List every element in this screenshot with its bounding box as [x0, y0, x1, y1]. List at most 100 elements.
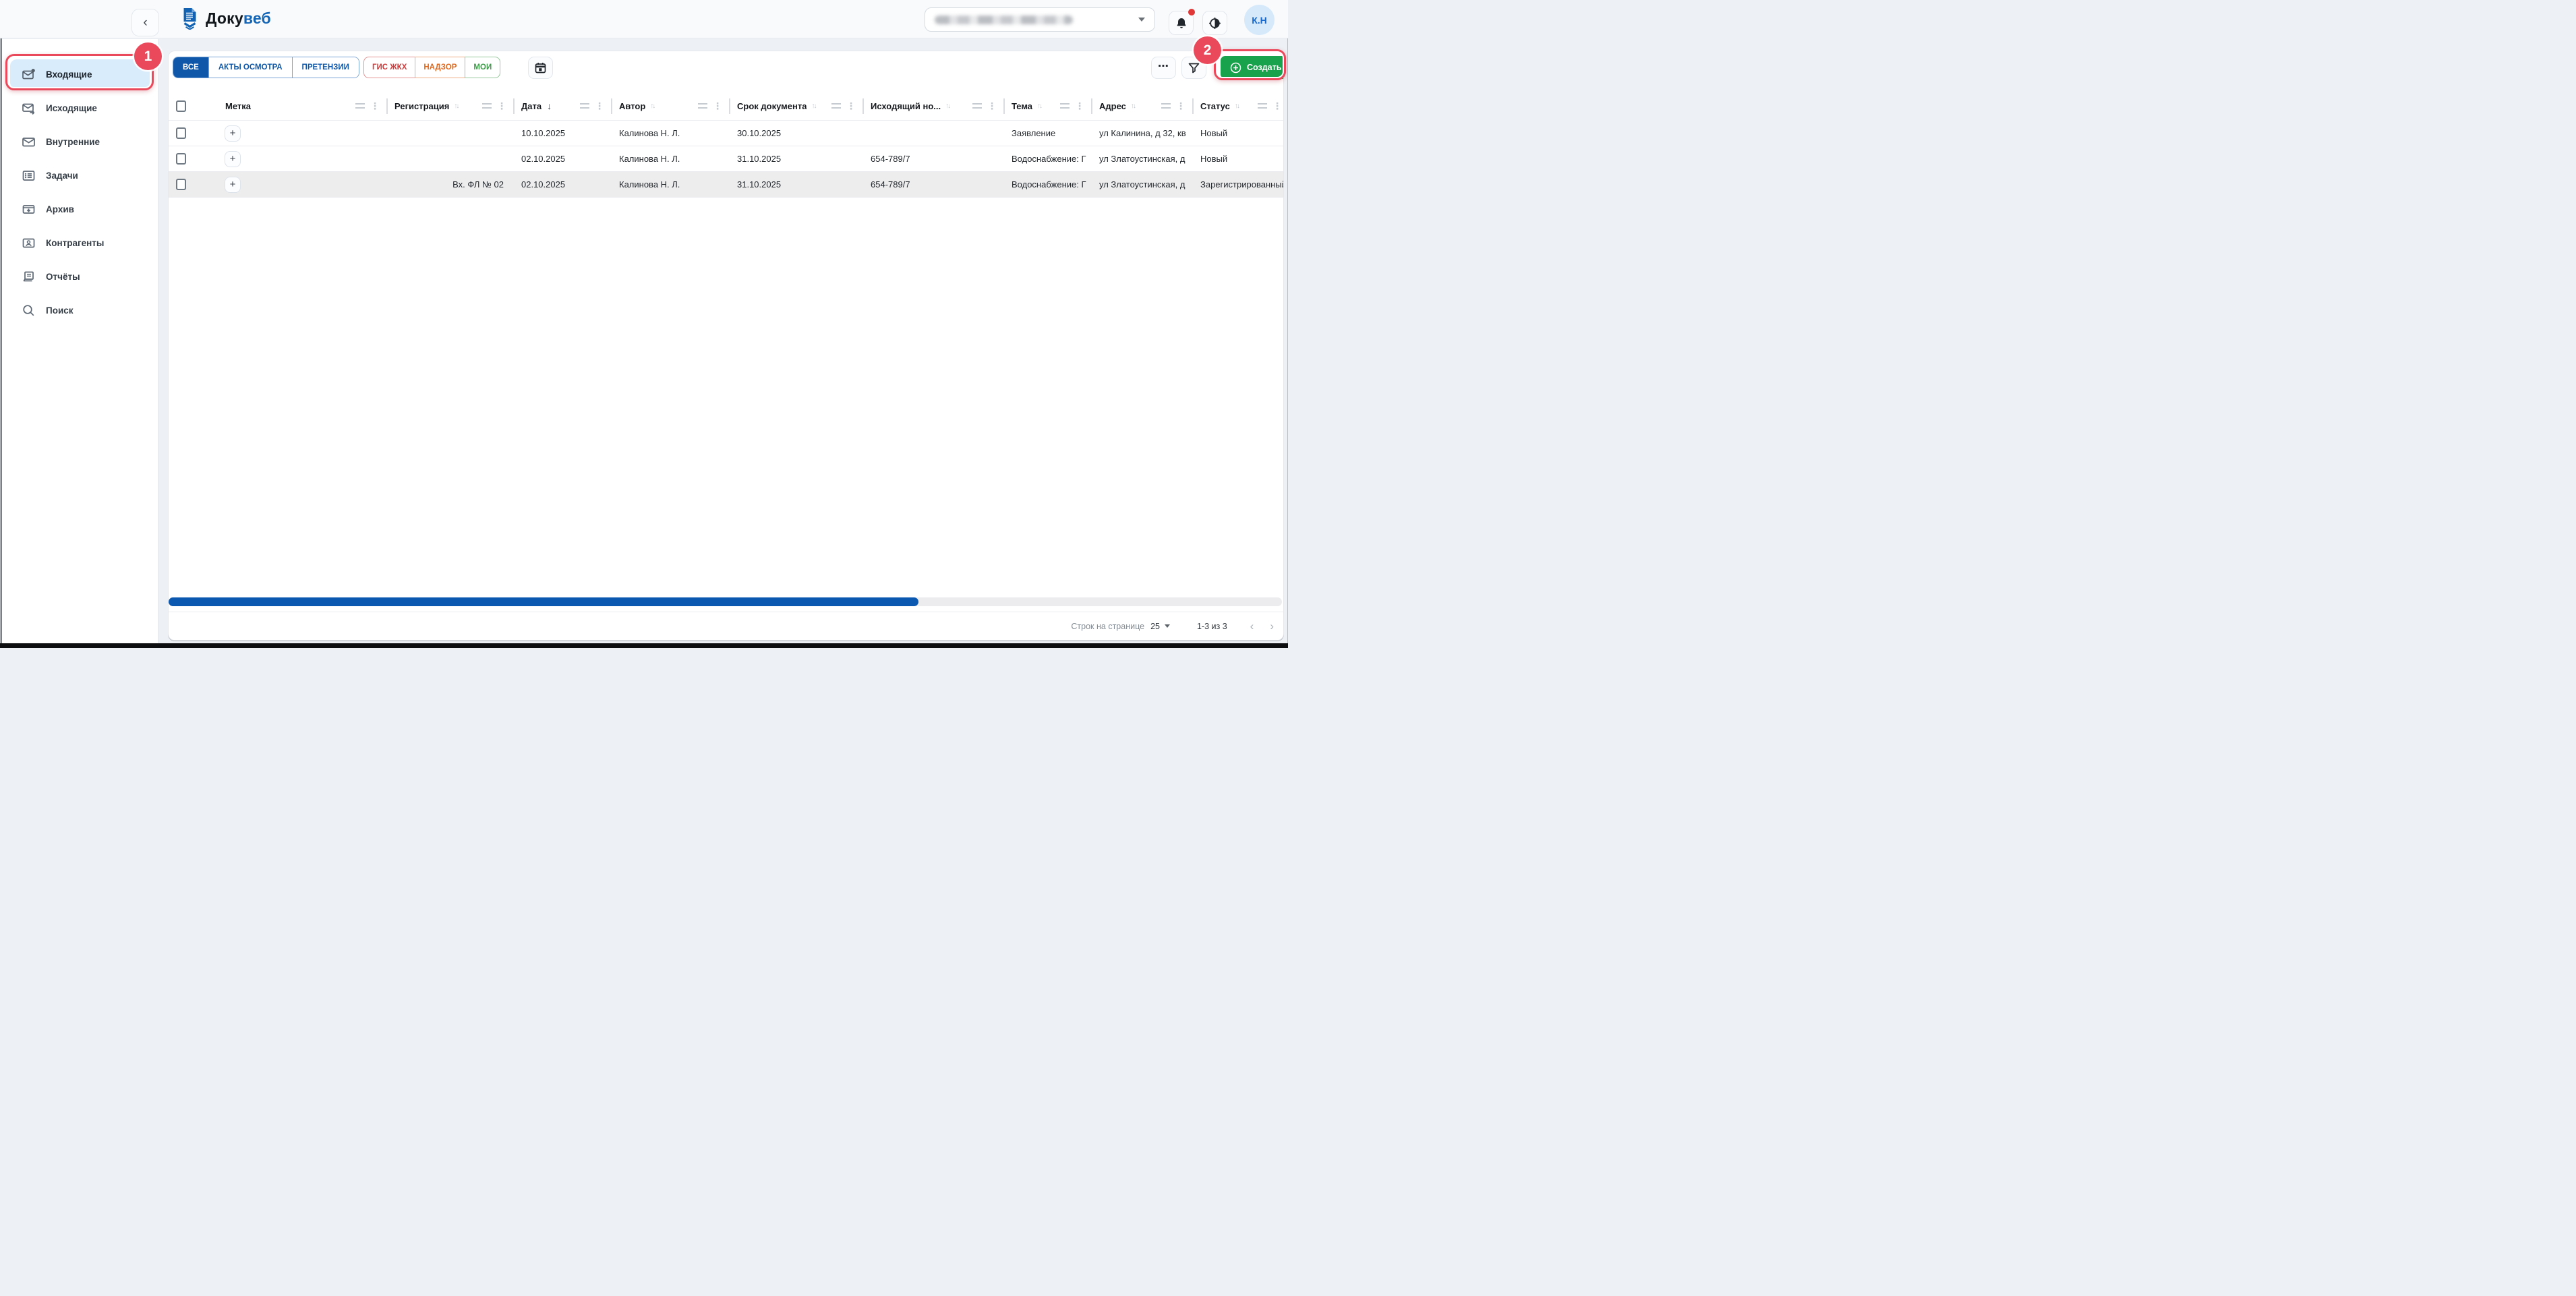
- row-checkbox[interactable]: [176, 179, 186, 190]
- column-resize-handle[interactable]: [482, 103, 492, 109]
- column-resize-handle[interactable]: [1161, 103, 1171, 109]
- cell-author: Калинова Н. Л.: [611, 121, 729, 146]
- cell-label: +: [206, 172, 386, 197]
- add-label-button[interactable]: +: [225, 125, 241, 142]
- cell-text: Водоснабжение: Г: [1012, 154, 1086, 164]
- create-button[interactable]: Создать: [1221, 56, 1284, 79]
- cell-text: Заявление: [1012, 128, 1055, 138]
- cell-outgoing_no: [862, 121, 1003, 146]
- column-menu-icon[interactable]: ⋮: [987, 100, 997, 112]
- sort-desc-icon[interactable]: ↓: [547, 100, 552, 111]
- column-header-date[interactable]: Дата↓⋮: [513, 92, 611, 120]
- column-header-subject[interactable]: Тема↑↓⋮: [1003, 92, 1091, 120]
- column-menu-icon[interactable]: ⋮: [497, 100, 506, 112]
- plus-icon: +: [230, 127, 236, 139]
- sidebar-item-outbox[interactable]: Исходящие: [10, 93, 150, 123]
- column-header-address[interactable]: Адрес↑↓⋮: [1091, 92, 1192, 120]
- scrollbar-thumb[interactable]: [169, 597, 918, 606]
- cell-status: Новый: [1192, 146, 1284, 171]
- column-resize-handle[interactable]: [1060, 103, 1070, 109]
- sidebar-item-contractors[interactable]: Контрагенты: [10, 228, 150, 258]
- sidebar-item-label: Задачи: [46, 171, 78, 181]
- column-menu-icon[interactable]: ⋮: [1272, 100, 1282, 112]
- column-resize-handle[interactable]: [972, 103, 982, 109]
- app-logo: Докувеб: [181, 7, 271, 30]
- plus-icon: +: [230, 153, 236, 165]
- sidebar-item-internal[interactable]: Внутренние: [10, 127, 150, 156]
- column-resize-handle[interactable]: [1258, 103, 1267, 109]
- column-label: Статус: [1200, 101, 1230, 111]
- sort-arrows-icon[interactable]: ↑↓: [650, 102, 654, 110]
- cell-text: 654-789/7: [871, 179, 910, 189]
- column-menu-icon[interactable]: ⋮: [1075, 100, 1084, 112]
- cell-address: ул Златоустинская, д: [1091, 172, 1192, 197]
- column-menu-icon[interactable]: ⋮: [846, 100, 856, 112]
- sort-arrows-icon[interactable]: ↑↓: [945, 102, 949, 110]
- table-row[interactable]: +Вх. ФЛ № 0202.10.2025Калинова Н. Л.31.1…: [169, 172, 1284, 198]
- row-checkbox[interactable]: [176, 127, 186, 139]
- cell-text: 02.10.2025: [521, 154, 565, 164]
- tab-nadzor[interactable]: НАДЗОР: [415, 57, 465, 78]
- column-header-status[interactable]: Статус ↑↓ ⋮: [1192, 92, 1284, 120]
- more-actions-button[interactable]: ⋯: [1151, 57, 1176, 79]
- user-organization-select[interactable]: [925, 7, 1155, 32]
- rows-per-page-select[interactable]: 25: [1150, 622, 1170, 631]
- sidebar-collapse-button[interactable]: ‹: [131, 9, 159, 36]
- column-header-outgoing_no[interactable]: Исходящий но...↑↓⋮: [862, 92, 1003, 120]
- create-button-label: Создать: [1247, 63, 1281, 72]
- sidebar-item-label: Исходящие: [46, 103, 97, 113]
- cell-label: +: [206, 121, 386, 146]
- tab-inspection-acts[interactable]: АКТЫ ОСМОТРА: [208, 57, 292, 78]
- column-menu-icon[interactable]: ⋮: [1176, 100, 1185, 112]
- sort-arrows-icon[interactable]: ↑↓: [1235, 102, 1239, 110]
- horizontal-scrollbar[interactable]: [169, 597, 1282, 606]
- app-window: ‹ Докувеб: [0, 0, 1288, 648]
- column-header-registration[interactable]: Регистрация↑↓⋮: [386, 92, 513, 120]
- cell-select: [169, 121, 206, 146]
- column-header-author[interactable]: Автор↑↓⋮: [611, 92, 729, 120]
- sort-arrows-icon[interactable]: ↑↓: [811, 102, 815, 110]
- column-resize-handle[interactable]: [580, 103, 589, 109]
- column-menu-icon[interactable]: ⋮: [595, 100, 604, 112]
- tab-all[interactable]: ВСЕ: [173, 57, 208, 78]
- sort-arrows-icon[interactable]: ↑↓: [454, 102, 458, 110]
- column-resize-handle[interactable]: [698, 103, 707, 109]
- sidebar-item-label: Входящие: [46, 69, 92, 80]
- column-menu-icon[interactable]: ⋮: [370, 100, 380, 112]
- column-header-due_date[interactable]: Срок документа↑↓⋮: [729, 92, 862, 120]
- sidebar-item-search[interactable]: Поиск: [10, 295, 150, 325]
- prev-page-button[interactable]: ‹: [1250, 620, 1254, 632]
- tab-moi[interactable]: МОИ: [465, 57, 500, 78]
- tab-gis-zhkh[interactable]: ГИС ЖКХ: [363, 57, 415, 78]
- sidebar-item-tasks[interactable]: Задачи: [10, 160, 150, 190]
- select-all-checkbox[interactable]: [176, 100, 186, 112]
- cell-due_date: 31.10.2025: [729, 146, 862, 171]
- sidebar-item-inbox[interactable]: Входящие: [10, 59, 150, 89]
- row-checkbox[interactable]: [176, 153, 186, 165]
- filter-button[interactable]: [1181, 57, 1206, 79]
- contacts-icon: [22, 236, 36, 250]
- table-row[interactable]: +02.10.2025Калинова Н. Л.31.10.2025654-7…: [169, 146, 1284, 172]
- tab-claims[interactable]: ПРЕТЕНЗИИ: [292, 57, 359, 78]
- table-row[interactable]: +10.10.2025Калинова Н. Л.30.10.2025Заявл…: [169, 121, 1284, 146]
- table-toolbar: ВСЕАКТЫ ОСМОТРАПРЕТЕНЗИИ ГИС ЖКХНАДЗОРМО…: [169, 51, 1283, 86]
- sort-arrows-icon[interactable]: ↑↓: [1131, 102, 1135, 110]
- add-label-button[interactable]: +: [225, 177, 241, 193]
- column-menu-icon[interactable]: ⋮: [713, 100, 722, 112]
- cell-text: Новый: [1200, 128, 1227, 138]
- next-page-button[interactable]: ›: [1270, 620, 1274, 632]
- cell-registration: [386, 146, 513, 171]
- sidebar: Входящие Исходящие Внутренние Задачи Архив Ко…: [2, 39, 158, 643]
- sort-arrows-icon[interactable]: ↑↓: [1037, 102, 1041, 110]
- column-resize-handle[interactable]: [831, 103, 841, 109]
- theme-toggle-button[interactable]: [1202, 11, 1227, 35]
- sidebar-item-archive[interactable]: Архив: [10, 194, 150, 224]
- notifications-button[interactable]: [1169, 11, 1194, 35]
- avatar[interactable]: К.Н: [1244, 5, 1275, 35]
- date-filter-button[interactable]: [528, 57, 553, 79]
- add-label-button[interactable]: +: [225, 151, 241, 167]
- sidebar-item-reports[interactable]: Отчёты: [10, 262, 150, 291]
- column-label: Метка: [225, 101, 251, 111]
- column-resize-handle[interactable]: [355, 103, 365, 109]
- cell-status: Зарегистрированный: [1192, 172, 1284, 197]
